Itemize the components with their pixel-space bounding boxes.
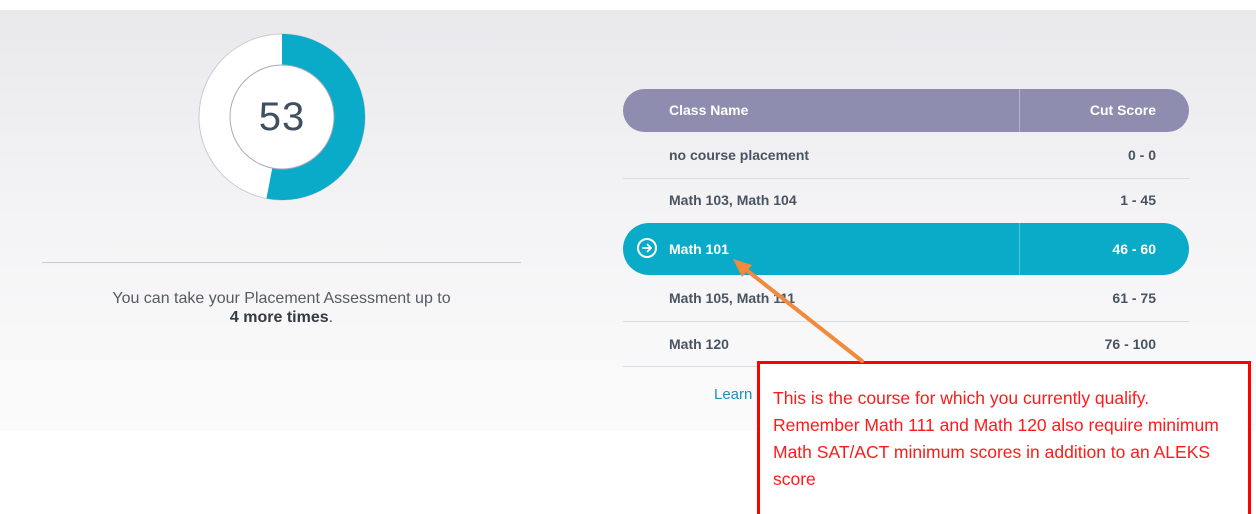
cut-score-cell: 1 - 45 xyxy=(1120,192,1156,208)
attempts-message: You can take your Placement Assessment u… xyxy=(42,289,521,327)
learn-more-link[interactable]: Learn xyxy=(714,386,752,403)
cut-score-cell: 46 - 60 xyxy=(1112,241,1156,257)
table-row: Math 103, Math 104 1 - 45 xyxy=(623,178,1189,222)
cut-score-cell: 0 - 0 xyxy=(1127,147,1156,163)
table-row-current-placement: Math 101 46 - 60 xyxy=(623,223,1189,275)
class-name-cell: Math 101 xyxy=(669,241,729,257)
column-header-cut-score: Cut Score xyxy=(1089,102,1156,118)
table-row: no course placement 0 - 0 xyxy=(623,133,1189,177)
class-name-cell: Math 103, Math 104 xyxy=(669,192,797,208)
arrow-right-circle-icon xyxy=(637,238,657,258)
divider xyxy=(42,262,521,263)
annotation-callout: This is the course for which you current… xyxy=(757,361,1251,514)
table-row: Math 120 76 - 100 xyxy=(623,322,1189,366)
attempts-message-prefix: You can take your Placement Assessment u… xyxy=(112,290,451,307)
class-name-cell: Math 105, Math 111 xyxy=(669,290,796,306)
column-divider xyxy=(1019,223,1020,275)
table-header: Class Name Cut Score xyxy=(623,89,1189,132)
column-divider xyxy=(1019,89,1020,132)
attempts-remaining: 4 more times xyxy=(229,309,329,326)
score-value: 53 xyxy=(258,94,306,139)
cut-score-cell: 76 - 100 xyxy=(1104,336,1156,352)
table-row: Math 105, Math 111 61 - 75 xyxy=(623,276,1189,320)
class-name-cell: Math 120 xyxy=(669,336,729,352)
class-name-cell: no course placement xyxy=(669,147,810,163)
column-header-class-name: Class Name xyxy=(669,102,749,118)
attempts-message-suffix: . xyxy=(328,309,334,326)
cut-score-cell: 61 - 75 xyxy=(1112,290,1156,306)
